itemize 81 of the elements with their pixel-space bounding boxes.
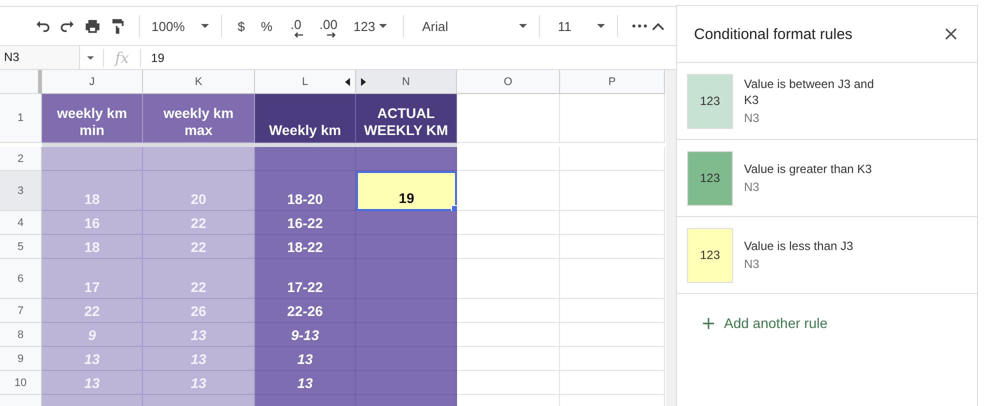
rule-range: N3: [744, 256, 760, 272]
panel-title: Conditional format rules: [694, 26, 852, 42]
header-cell[interactable]: [457, 94, 560, 143]
table-cell[interactable]: [356, 235, 457, 259]
header-cell[interactable]: weekly km max: [143, 94, 255, 143]
header-cell[interactable]: Weekly km: [255, 94, 356, 143]
print-icon[interactable]: [84, 17, 102, 35]
format-preview: 123: [687, 74, 733, 128]
table-cell[interactable]: [356, 299, 457, 323]
header-cell[interactable]: ACTUAL WEEKLY KM: [356, 94, 457, 143]
font-size-dropdown[interactable]: 11: [548, 18, 610, 34]
close-icon[interactable]: [945, 28, 957, 40]
caret-icon[interactable]: [87, 56, 94, 60]
row-header[interactable]: [0, 395, 42, 406]
table-cell[interactable]: [143, 147, 255, 171]
plus-icon: [703, 318, 714, 328]
table-cell[interactable]: 19: [356, 171, 457, 211]
right-arrow-icon: [326, 32, 336, 38]
table-cell[interactable]: [143, 395, 255, 406]
table-cell[interactable]: [356, 347, 457, 371]
formula-field[interactable]: 19: [141, 50, 676, 64]
header-cell[interactable]: [560, 94, 665, 143]
table-cell[interactable]: [356, 323, 457, 347]
table-cell[interactable]: [255, 147, 356, 171]
table-cell[interactable]: 18-22: [255, 235, 356, 259]
zoom-dropdown[interactable]: 100%: [148, 18, 213, 34]
row-number[interactable]: 5: [0, 235, 42, 259]
rule-condition: Value is between J3 and K3: [744, 76, 875, 108]
number-format-dropdown[interactable]: 123: [349, 18, 392, 34]
row-number[interactable]: 9: [0, 347, 42, 371]
table-cell[interactable]: 9-13: [255, 323, 356, 347]
table-cell[interactable]: [356, 211, 457, 235]
table-cell[interactable]: 18-20: [255, 171, 356, 211]
percent-button[interactable]: %: [256, 18, 276, 34]
format-preview: 123: [687, 228, 733, 282]
table-cell[interactable]: [356, 147, 457, 171]
column-title: weekly km max: [162, 105, 235, 139]
row-number[interactable]: 4: [0, 211, 42, 235]
rule-item[interactable]: 123 Value is less than J3 N3: [677, 217, 977, 294]
column-title: ACTUAL WEEKLY KM: [362, 105, 449, 139]
rule-condition: Value is greater than K3: [744, 161, 873, 177]
column-title: weekly km min: [56, 105, 128, 139]
add-rule-button[interactable]: Add another rule: [703, 315, 843, 331]
row-number[interactable]: 7: [0, 299, 42, 323]
table-cell[interactable]: 22-26: [255, 299, 356, 323]
row-number[interactable]: 10: [0, 371, 42, 395]
table-cell[interactable]: [255, 395, 356, 406]
table-cell[interactable]: [356, 259, 457, 299]
table-cell[interactable]: 13: [255, 371, 356, 395]
table-cell[interactable]: 16-22: [255, 211, 356, 235]
header-cell[interactable]: weekly km min: [42, 94, 143, 143]
row-number[interactable]: 1: [0, 94, 42, 143]
format-preview: 123: [687, 150, 733, 206]
name-box[interactable]: N3: [0, 46, 80, 69]
increase-decimals-button[interactable]: .00: [315, 14, 342, 38]
rule-item[interactable]: 123 Value is greater than K3 N3: [677, 140, 977, 217]
rule-item[interactable]: 123 Value is between J3 and K3 N3: [677, 63, 977, 140]
rule-condition: Value is less than J3: [744, 238, 854, 254]
table-cell[interactable]: [356, 371, 457, 395]
table-cell[interactable]: [356, 395, 457, 406]
row-number[interactable]: 8: [0, 323, 42, 347]
row-number[interactable]: 2: [0, 147, 42, 171]
right-arrow-icon[interactable]: [361, 78, 366, 86]
table-cell[interactable]: 17-22: [255, 259, 356, 299]
row-number[interactable]: 3: [0, 171, 42, 211]
table-cell[interactable]: [42, 395, 143, 406]
left-arrow-icon[interactable]: [345, 78, 350, 86]
rule-range: N3: [744, 110, 760, 126]
more-icon[interactable]: [632, 24, 648, 28]
rule-range: N3: [744, 179, 760, 195]
decrease-decimals-button[interactable]: .0: [284, 14, 308, 38]
left-arrow-icon: [294, 32, 304, 38]
row-number[interactable]: 6: [0, 259, 42, 299]
select-all-corner[interactable]: [0, 70, 42, 94]
column-title: Weekly km: [268, 122, 342, 139]
currency-button[interactable]: $: [234, 18, 249, 34]
column-header[interactable]: N: [356, 70, 457, 94]
font-dropdown[interactable]: Arial: [412, 18, 531, 34]
table-cell[interactable]: 13: [255, 347, 356, 371]
collapse-icon[interactable]: [652, 22, 664, 30]
table-cell[interactable]: [42, 147, 143, 171]
